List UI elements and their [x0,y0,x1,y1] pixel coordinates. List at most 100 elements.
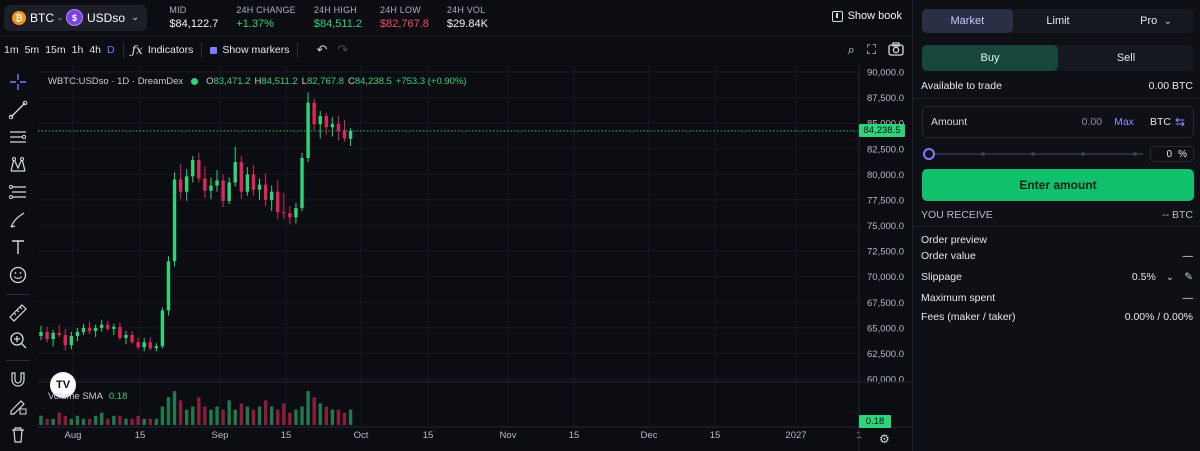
emoji-tool[interactable] [7,264,29,284]
volume-bar [142,418,146,425]
x-tick-label: Sep [212,430,229,441]
slippage-label: Slippage [921,271,962,283]
slider-tick [981,152,985,156]
delete-tool[interactable] [7,424,29,444]
timeframe-5m[interactable]: 5m [25,44,40,56]
timeframe-1h[interactable]: 1h [72,44,84,56]
brush-tool[interactable] [7,209,29,229]
slider-tick [1031,152,1035,156]
y-tick-label: 77,500.0 [867,195,904,206]
percent-input[interactable]: 0 % [1150,146,1194,162]
trash-icon [12,427,24,443]
timeframe-d[interactable]: D [107,44,115,56]
candle-body [215,180,219,186]
lock-draw-tool[interactable] [7,396,29,416]
stat-24h-low: 24H LOW $82,767.8 [380,5,429,30]
volume-bar [63,415,67,425]
x-tick-label: 2027 [785,430,806,441]
volume-bar [336,409,341,425]
volume-bar [257,406,262,425]
panel-divider [913,226,1200,227]
pattern-tool[interactable] [7,154,29,174]
horizontal-lines-tool[interactable] [7,127,29,147]
zoom-tool[interactable] [7,330,29,350]
zoom-search-icon[interactable]: ⌕ [848,42,855,58]
max-button[interactable]: Max [1114,116,1134,128]
stat-value: $84,511.2 [313,18,362,30]
amount-input[interactable]: Amount 0.00 Max BTC ⇆ [922,106,1194,138]
y-tick-label: 70,000.0 [867,272,904,283]
stat-label: MID [169,5,187,15]
pair-separator: - [58,10,62,25]
timeframe-4h[interactable]: 4h [89,44,101,56]
candle-body [124,334,128,339]
volume-bar [130,418,134,425]
ruler-tool[interactable] [7,303,29,323]
y-tick-label: 67,500.0 [867,298,904,309]
volume-bar [154,418,159,425]
gear-icon[interactable]: ⚙ [879,432,890,446]
candle-body [51,332,55,340]
swap-icon[interactable]: ⇆ [1175,115,1185,129]
camera-icon[interactable] [888,41,904,59]
ohlc-values: O83,471.2 H84,511.2 L82,767.8 C84,238.5 … [206,76,466,87]
chart-area[interactable]: 90,000.087,500.085,000.082,500.080,000.0… [38,66,912,451]
timeframe-15m[interactable]: 15m [45,44,65,56]
candle-body [342,130,347,139]
max-spent-label: Maximum spent [921,292,996,304]
candle-body [269,191,274,200]
magnet-tool[interactable] [7,369,29,389]
text-tool[interactable] [7,237,29,257]
toolbar-divider [201,42,203,58]
brush-icon [10,212,25,228]
price-chart[interactable]: 90,000.087,500.085,000.082,500.080,000.0… [38,66,912,451]
sell-tab[interactable]: Sell [1058,45,1194,71]
volume-bar [288,412,292,425]
pair-selector[interactable]: ₿ BTC - $ USDso ⌄ [4,4,148,31]
chevron-down-icon: ⌄ [1163,15,1172,27]
indicators-button[interactable]: ƒx Indicators [132,43,194,57]
pencil-lock-icon [10,400,27,415]
volume-bar [191,406,195,425]
volume-bar [100,412,104,425]
drawing-tools [0,72,36,451]
show-book-button[interactable]: Show book [831,10,902,22]
slippage-value[interactable]: 0.5% [1132,271,1156,283]
candle-body [288,213,292,218]
pair-quote: USDso [87,10,126,25]
y-tick-label: 90,000.0 [867,68,904,79]
toolbar-divider [122,42,124,58]
undo-icon[interactable]: ↶ [316,42,327,58]
open-value: 83,471.2 [213,76,251,87]
candle-body [300,157,304,209]
buy-tab[interactable]: Buy [922,45,1058,71]
amount-slider[interactable] [923,147,1143,161]
volume-bar [306,391,310,425]
tab-market[interactable]: Market [922,9,1013,33]
tab-limit[interactable]: Limit [1013,9,1104,33]
fullscreen-icon[interactable]: ⛶ [867,42,876,58]
trendline-tool[interactable] [7,99,29,120]
submit-order-button[interactable]: Enter amount [922,169,1194,201]
slider-tick [1081,152,1085,156]
candle-body [39,331,43,337]
chevron-down-icon[interactable]: ⌄ [1166,272,1174,283]
edit-pencil-icon[interactable]: ✎ [1184,271,1193,283]
show-markers-button[interactable]: Show markers [210,44,289,56]
book-icon [831,10,843,22]
slippage-controls: 0.5% ⌄ ✎ [1132,271,1193,283]
redo-icon[interactable]: ↷ [337,42,348,58]
candle-body [63,334,67,346]
timeframe-1m[interactable]: 1m [4,44,19,56]
stat-mid: MID $84,122.7 [169,5,218,30]
tab-pro[interactable]: Pro ⌄ [1103,9,1194,33]
crosshair-tool[interactable] [7,72,29,92]
volume-bar [209,409,213,425]
candle-body [184,176,189,192]
volume-bar [269,406,274,425]
volume-label: Volume SMA [48,391,103,402]
slider-handle[interactable] [923,148,935,160]
volume-bar [45,418,49,425]
fib-tool[interactable] [7,182,29,202]
fees-value: 0.00% / 0.00% [1124,311,1193,323]
